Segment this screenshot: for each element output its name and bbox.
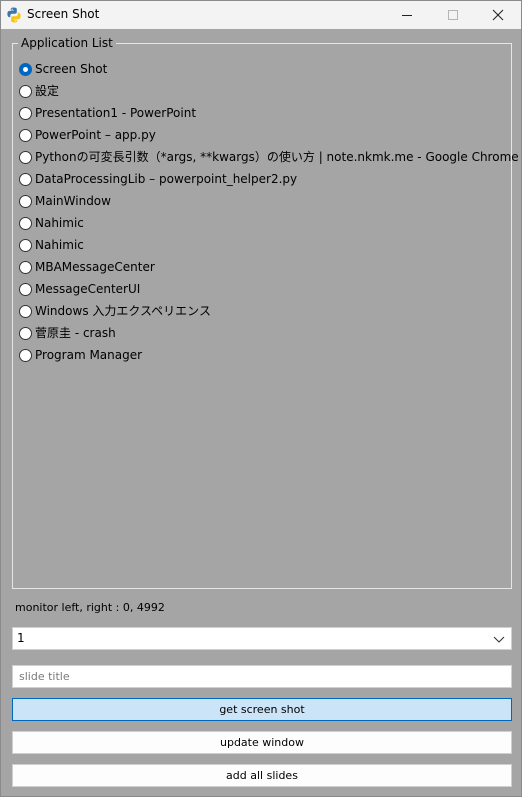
- monitor-select-value: 1: [17, 631, 25, 645]
- radio-button[interactable]: [19, 195, 32, 208]
- close-button[interactable]: [475, 1, 521, 29]
- app-option-label: Windows 入力エクスペリエンス: [35, 304, 211, 318]
- radio-button[interactable]: [19, 129, 32, 142]
- app-option-label: Program Manager: [35, 348, 143, 362]
- monitor-select[interactable]: 1: [12, 627, 512, 650]
- update-window-button[interactable]: update window: [12, 731, 512, 754]
- slide-title-input[interactable]: [12, 665, 512, 688]
- python-icon: [5, 6, 23, 24]
- window-title: Screen Shot: [27, 7, 100, 21]
- radio-button[interactable]: [19, 173, 32, 186]
- radio-button[interactable]: [19, 151, 32, 164]
- radio-button[interactable]: [19, 349, 32, 362]
- app-option-label: DataProcessingLib – powerpoint_helper2.p…: [35, 172, 298, 186]
- radio-button[interactable]: [19, 217, 32, 230]
- radio-button[interactable]: [19, 261, 32, 274]
- app-option-label: 菅原圭 - crash: [35, 326, 116, 340]
- app-window: Screen Shot Application List Screen Shot: [0, 0, 522, 797]
- monitor-range-label: monitor left, right : 0, 4992: [15, 601, 165, 614]
- radio-button[interactable]: [19, 239, 32, 252]
- maximize-icon: [448, 10, 458, 20]
- close-icon: [492, 9, 504, 21]
- application-list-label: Application List: [18, 36, 116, 50]
- maximize-button[interactable]: [430, 1, 476, 29]
- get-screen-shot-button[interactable]: get screen shot: [12, 698, 512, 721]
- app-option-label: Presentation1 - PowerPoint: [35, 106, 197, 120]
- app-option-label: Nahimic: [35, 216, 84, 230]
- app-option-label: 設定: [35, 84, 60, 98]
- app-option-label: PowerPoint – app.py: [35, 128, 156, 142]
- app-option-label: Screen Shot: [35, 62, 108, 76]
- application-list-group: Application List Screen Shot 設定 Presenta…: [12, 36, 519, 589]
- radio-button[interactable]: [19, 305, 32, 318]
- radio-button[interactable]: [19, 283, 32, 296]
- radio-button[interactable]: [19, 327, 32, 340]
- app-option-label: Pythonの可変長引数（*args, **kwargs）の使い方 | note…: [35, 150, 519, 164]
- app-option-label: MainWindow: [35, 194, 111, 208]
- minimize-icon: [402, 15, 412, 16]
- radio-button[interactable]: [19, 63, 32, 76]
- radio-button[interactable]: [19, 85, 32, 98]
- app-option-label: MessageCenterUI: [35, 282, 141, 296]
- add-all-slides-button[interactable]: add all slides: [12, 764, 512, 787]
- app-option-label: Nahimic: [35, 238, 84, 252]
- chevron-down-icon: [493, 636, 505, 643]
- minimize-button[interactable]: [384, 1, 430, 29]
- radio-button[interactable]: [19, 107, 32, 120]
- title-bar[interactable]: Screen Shot: [1, 1, 521, 29]
- app-option-label: MBAMessageCenter: [35, 260, 155, 274]
